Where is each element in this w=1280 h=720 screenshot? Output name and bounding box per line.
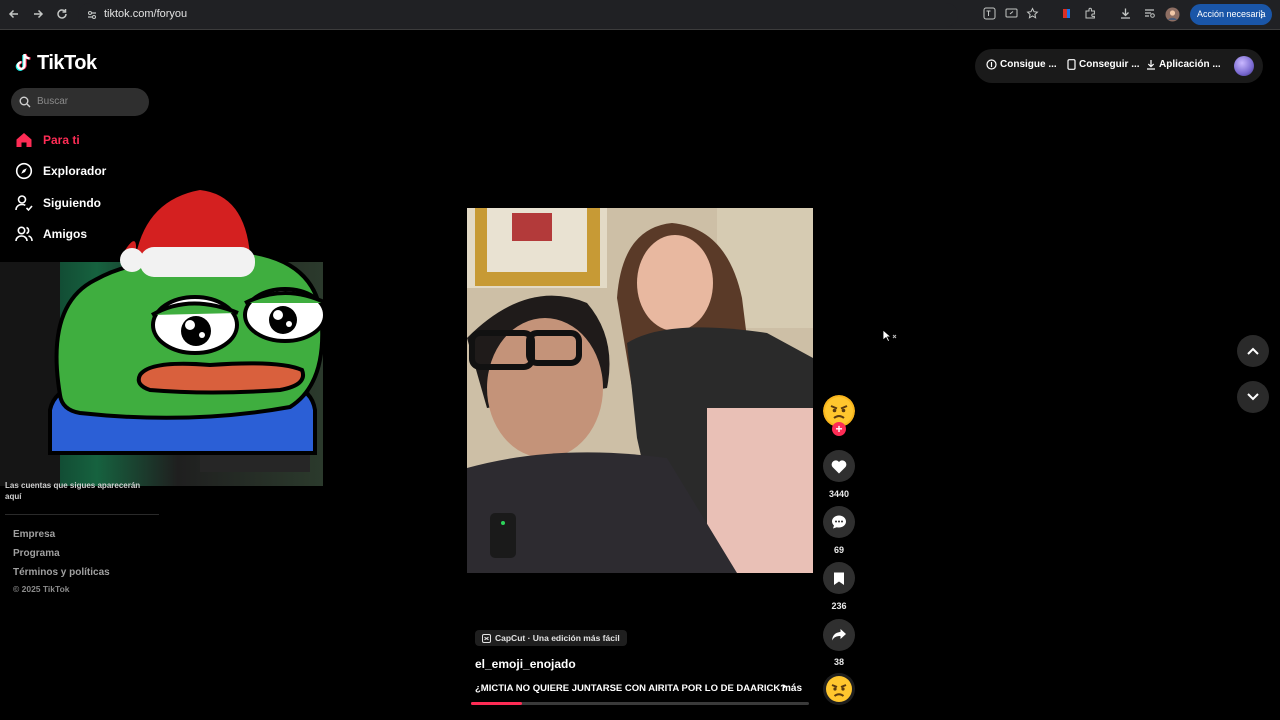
friends-icon — [15, 226, 33, 242]
comment-icon — [832, 515, 846, 529]
search-input[interactable]: Buscar — [11, 88, 149, 116]
chevron-down-icon — [1247, 393, 1259, 401]
screen-share-icon[interactable] — [1003, 7, 1019, 23]
video-progress-bar[interactable] — [471, 702, 809, 705]
share-icon — [832, 629, 846, 641]
sidebar-item-para-ti[interactable]: Para ti — [15, 129, 80, 151]
previous-video-button[interactable] — [1237, 335, 1269, 367]
video-player[interactable] — [467, 208, 813, 573]
browser-toolbar: tiktok.com/foryou Acción necesaria ⋮ — [0, 0, 1280, 30]
more-button[interactable]: más — [782, 683, 802, 694]
capcut-icon — [482, 633, 491, 643]
tiktok-note-icon — [15, 53, 31, 71]
footer-link-empresa[interactable]: Empresa — [13, 529, 55, 540]
follow-button[interactable]: + — [832, 422, 846, 436]
forward-icon[interactable] — [30, 7, 46, 23]
get-app-label: Conseguir ... — [1079, 59, 1140, 70]
video-description: ¿MICTIA NO QUIERE JUNTARSE CON AIRITA PO… — [475, 683, 787, 694]
footer-link-programa[interactable]: Programa — [13, 548, 60, 559]
action-required-button[interactable]: Acción necesaria ⋮ — [1190, 4, 1272, 25]
bookmark-star-icon[interactable] — [1024, 7, 1040, 23]
video-username[interactable]: el_emoji_enojado — [475, 657, 576, 671]
sidebar-divider — [5, 514, 159, 515]
action-required-label: Acción necesaria — [1197, 9, 1266, 19]
download-app-label: Aplicación ... — [1159, 59, 1221, 70]
footer-link-terminos[interactable]: Términos y políticas — [13, 567, 110, 578]
following-note: Las cuentas que sigues aparecerán aquí — [5, 481, 141, 501]
frog-sticker-image — [48, 190, 327, 455]
sidebar-item-label: Explorador — [43, 164, 107, 178]
logo-text: TikTok — [37, 51, 97, 74]
download-icon[interactable] — [1117, 7, 1133, 23]
menu-icon: ⋮ — [1257, 9, 1266, 19]
reload-icon[interactable] — [54, 7, 70, 23]
get-coins-label: Consigue ... — [1000, 59, 1057, 70]
get-coins-button[interactable]: Consigue ... — [986, 59, 1057, 70]
search-icon — [19, 96, 31, 108]
compass-icon — [15, 162, 33, 180]
like-count: 3440 — [828, 489, 850, 499]
video-frame-image — [467, 208, 813, 573]
share-count: 38 — [833, 657, 844, 667]
tab-search-icon[interactable] — [1141, 7, 1157, 23]
coin-icon — [986, 59, 997, 70]
url-text: tiktok.com/foryou — [104, 8, 188, 20]
extension-icon[interactable] — [1058, 7, 1074, 23]
home-icon — [16, 133, 32, 147]
bookmark-icon — [834, 572, 844, 585]
mouse-cursor-icon — [882, 329, 897, 343]
chevron-up-icon — [1247, 347, 1259, 355]
get-app-button[interactable]: Conseguir ... — [1067, 59, 1140, 70]
address-bar[interactable]: tiktok.com/foryou — [78, 3, 958, 27]
phone-icon — [1067, 59, 1076, 70]
comment-count: 69 — [833, 545, 844, 555]
tiktok-logo[interactable]: TikTok — [15, 50, 97, 76]
save-button[interactable] — [823, 562, 855, 594]
like-button[interactable] — [823, 450, 855, 482]
save-count: 236 — [831, 601, 847, 611]
next-video-button[interactable] — [1237, 381, 1269, 413]
following-icon — [15, 195, 33, 212]
translate-icon[interactable] — [981, 7, 997, 23]
profile-icon[interactable] — [1164, 7, 1180, 23]
copyright: © 2025 TikTok — [13, 584, 70, 594]
sidebar-item-label: Para ti — [43, 133, 80, 147]
site-info-icon[interactable] — [86, 9, 98, 21]
user-avatar[interactable] — [1234, 56, 1254, 76]
download-icon — [1147, 60, 1155, 70]
search-placeholder: Buscar — [37, 96, 69, 107]
sidebar-item-explorador[interactable]: Explorador — [15, 160, 106, 182]
puzzle-icon[interactable] — [1082, 7, 1098, 23]
capcut-label: CapCut · Una edición más fácil — [495, 633, 620, 643]
download-app-button[interactable]: Aplicación ... — [1146, 59, 1221, 70]
music-disc-avatar[interactable] — [823, 673, 855, 705]
comment-button[interactable] — [823, 506, 855, 538]
top-actions-bar: Consigue ... Conseguir ... Aplicación ..… — [975, 49, 1263, 83]
capcut-badge[interactable]: CapCut · Una edición más fácil — [475, 630, 627, 646]
share-button[interactable] — [823, 619, 855, 651]
back-icon[interactable] — [6, 7, 22, 23]
video-progress-fill — [471, 702, 522, 705]
heart-icon — [831, 459, 847, 473]
